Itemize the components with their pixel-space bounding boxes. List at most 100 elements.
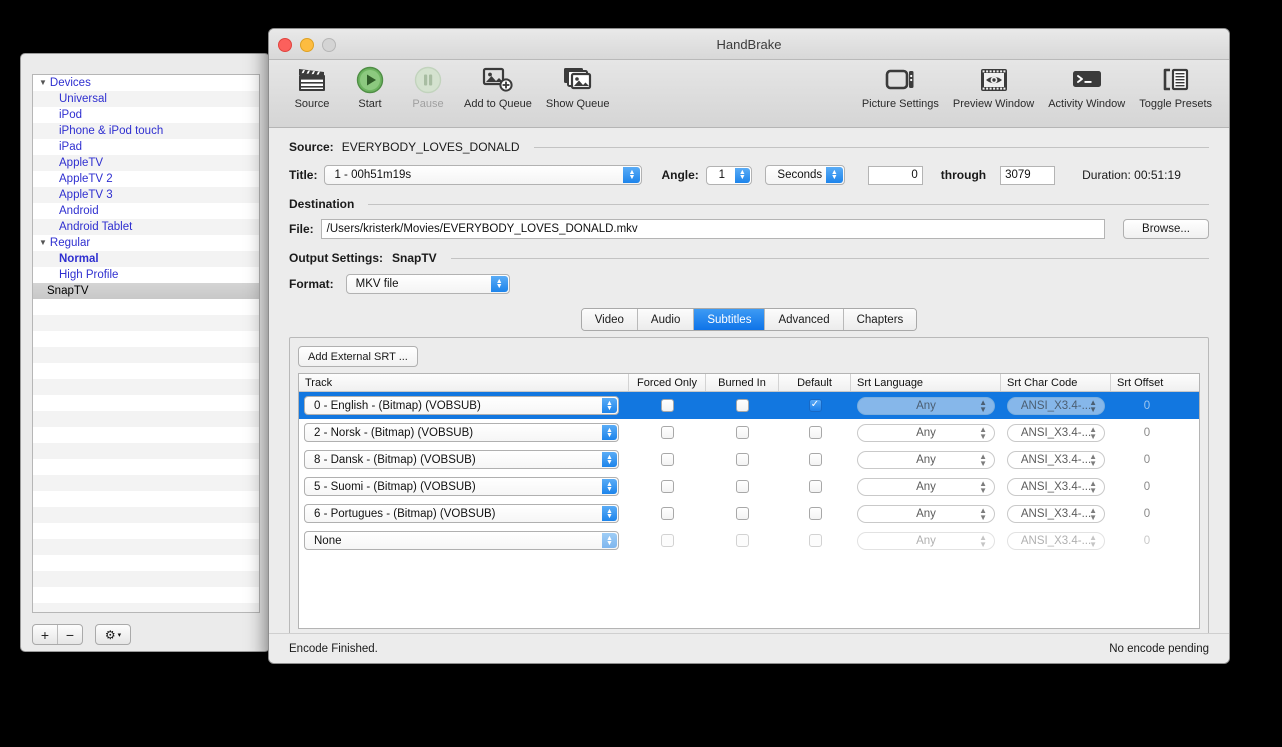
toolbar-button-toggle-presets[interactable]: Toggle Presets [1132,64,1219,110]
srt-char-code-select[interactable]: ANSI_X3.4-... ▲ ▼ [1007,477,1105,496]
srt-char-code-select[interactable]: ANSI_X3.4-... ▲ ▼ [1007,423,1105,442]
table-row[interactable]: None ▲ ▼ Any ▲ ▼ ANSI_X3.4-... ▲ ▼ 0 [299,527,1199,554]
preset-item-appletv[interactable]: AppleTV [33,155,259,171]
browse-button[interactable]: Browse... [1123,219,1209,239]
toolbar-button-add-to-queue[interactable]: Add to Queue [457,64,539,110]
column-header-srt-char-code[interactable]: Srt Char Code [1001,374,1111,391]
column-header-srt-offset[interactable]: Srt Offset [1111,374,1183,391]
forced-only-checkbox[interactable] [661,534,674,547]
srt-offset-value[interactable]: 0 [1144,427,1150,439]
track-select[interactable]: 8 - Dansk - (Bitmap) (VOBSUB) ▲ ▼ [304,450,619,469]
destination-file-input[interactable]: /Users/kristerk/Movies/EVERYBODY_LOVES_D… [320,219,1105,239]
title-select[interactable]: 1 - 00h51m19s ▲ ▼ [324,165,643,185]
preset-item-android[interactable]: Android [33,203,259,219]
forced-only-checkbox[interactable] [661,507,674,520]
table-row[interactable]: 6 - Portugues - (Bitmap) (VOBSUB) ▲ ▼ Any ▲ ▼… [299,500,1199,527]
minimize-button[interactable] [300,38,314,52]
srt-offset-value[interactable]: 0 [1144,454,1150,466]
table-row[interactable]: 0 - English - (Bitmap) (VOBSUB) ▲ ▼ ✓ Any ▲ ▼ A… [299,392,1199,419]
toolbar-button-preview-window[interactable]: Preview Window [946,64,1041,110]
srt-offset-value[interactable]: 0 [1144,508,1150,520]
range-end-input[interactable]: 3079 [1000,165,1056,185]
track-select[interactable]: 5 - Suomi - (Bitmap) (VOBSUB) ▲ ▼ [304,477,619,496]
toolbar-button-source[interactable]: Source [283,64,341,110]
default-checkbox[interactable] [808,480,822,493]
preset-item-iphone-ipod-touch[interactable]: iPhone & iPod touch [33,123,259,139]
tab-subtitles[interactable]: Subtitles [694,309,766,330]
column-header-srt-language[interactable]: Srt Language [851,374,1001,391]
presets-list[interactable]: ▼ Devices Universal iPod iPhone & iPod touch… [32,74,260,613]
srt-language-select[interactable]: Any ▲ ▼ [857,504,995,523]
burned-in-checkbox[interactable] [736,507,749,520]
default-checkbox[interactable] [808,534,822,547]
burned-in-checkbox[interactable] [736,534,749,547]
column-header-default[interactable]: Default [779,374,851,391]
forced-only-checkbox[interactable] [661,480,674,493]
tab-advanced[interactable]: Advanced [765,309,844,330]
burned-in-checkbox[interactable] [736,399,749,412]
table-row[interactable]: 5 - Suomi - (Bitmap) (VOBSUB) ▲ ▼ Any ▲ ▼ ANSI… [299,473,1199,500]
disclosure-triangle-icon[interactable]: ▼ [39,235,47,251]
preset-item-regular[interactable]: ▼ Regular [33,235,259,251]
forced-only-checkbox[interactable] [661,399,674,412]
srt-offset-value[interactable]: 0 [1144,535,1150,547]
preset-item-high-profile[interactable]: High Profile [33,267,259,283]
srt-language-select[interactable]: Any ▲ ▼ [857,531,995,550]
preset-item-ipad[interactable]: iPad [33,139,259,155]
add-preset-button[interactable]: + [33,625,58,644]
default-checkbox[interactable] [808,426,822,439]
angle-stepper[interactable]: 1 ▲ ▼ [705,165,752,185]
default-checkbox[interactable]: ✓ [808,399,822,412]
srt-language-select[interactable]: Any ▲ ▼ [857,477,995,496]
track-select[interactable]: 2 - Norsk - (Bitmap) (VOBSUB) ▲ ▼ [304,423,619,442]
table-row[interactable]: 8 - Dansk - (Bitmap) (VOBSUB) ▲ ▼ Any ▲ ▼ ANSI… [299,446,1199,473]
disclosure-triangle-icon[interactable]: ▼ [39,75,47,91]
tab-bar[interactable]: Video Audio Subtitles Advanced Chapters [580,308,918,331]
preset-item-normal[interactable]: Normal [33,251,259,267]
preset-actions-menu-button[interactable]: ⚙ ▾ [95,624,131,645]
preset-item-universal[interactable]: Universal [33,91,259,107]
srt-offset-value[interactable]: 0 [1144,481,1150,493]
tab-chapters[interactable]: Chapters [843,309,917,330]
zoom-button[interactable] [322,38,336,52]
forced-only-checkbox[interactable] [661,453,674,466]
srt-char-code-select[interactable]: ANSI_X3.4-... ▲ ▼ [1007,450,1105,469]
track-select[interactable]: None ▲ ▼ [304,531,619,550]
srt-language-select[interactable]: Any ▲ ▼ [857,396,995,415]
srt-char-code-select[interactable]: ANSI_X3.4-... ▲ ▼ [1007,504,1105,523]
toolbar-button-show-queue[interactable]: Show Queue [539,64,617,110]
default-checkbox[interactable] [808,453,822,466]
track-select[interactable]: 0 - English - (Bitmap) (VOBSUB) ▲ ▼ [304,396,619,415]
range-start-input[interactable]: 0 [867,165,923,185]
srt-char-code-select[interactable]: ANSI_X3.4-... ▲ ▼ [1007,531,1105,550]
srt-char-code-select[interactable]: ANSI_X3.4-... ▲ ▼ [1007,396,1105,415]
toolbar-button-picture-settings[interactable]: Picture Settings [855,64,946,110]
preset-item-ipod[interactable]: iPod [33,107,259,123]
preset-item-android-tablet[interactable]: Android Tablet [33,219,259,235]
tab-video[interactable]: Video [581,309,638,330]
range-unit-select[interactable]: Seconds ▲ ▼ [764,165,845,185]
srt-language-select[interactable]: Any ▲ ▼ [857,450,995,469]
preset-add-remove-segment[interactable]: + − [32,624,83,645]
preset-item-appletv-2[interactable]: AppleTV 2 [33,171,259,187]
srt-offset-value[interactable]: 0 [1144,400,1150,412]
column-header-track[interactable]: Track [299,374,629,391]
column-header-forced-only[interactable]: Forced Only [629,374,706,391]
close-button[interactable] [278,38,292,52]
forced-only-checkbox[interactable] [661,426,674,439]
toolbar-button-start[interactable]: Start [341,64,399,110]
toolbar-button-pause[interactable]: Pause [399,64,457,110]
remove-preset-button[interactable]: − [58,625,82,644]
format-select[interactable]: MKV file ▲ ▼ [345,274,510,294]
tab-audio[interactable]: Audio [637,309,695,330]
preset-item-snaptv[interactable]: SnapTV [33,283,259,299]
add-external-srt-button[interactable]: Add External SRT ... [298,346,418,367]
column-header-burned-in[interactable]: Burned In [706,374,779,391]
toolbar-button-activity-window[interactable]: Activity Window [1041,64,1132,110]
preset-item-devices[interactable]: ▼ Devices [33,75,259,91]
burned-in-checkbox[interactable] [736,426,749,439]
table-row[interactable]: 2 - Norsk - (Bitmap) (VOBSUB) ▲ ▼ Any ▲ ▼ ANSI… [299,419,1199,446]
preset-item-appletv-3[interactable]: AppleTV 3 [33,187,259,203]
burned-in-checkbox[interactable] [736,480,749,493]
burned-in-checkbox[interactable] [736,453,749,466]
